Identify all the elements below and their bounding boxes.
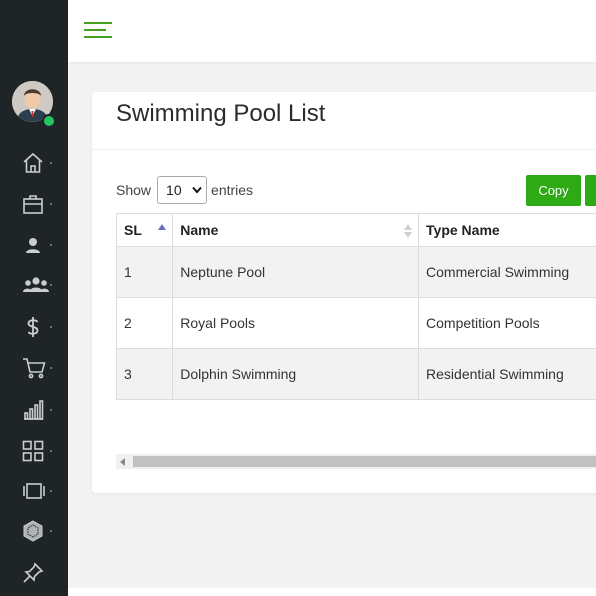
sidebar — [0, 0, 68, 596]
column-header-label: SL — [124, 222, 142, 238]
hamburger-menu-icon[interactable] — [84, 21, 112, 39]
users-icon — [23, 277, 49, 292]
sort-icon — [404, 224, 413, 238]
sidebar-item-modules[interactable] — [0, 514, 68, 548]
horizontal-scrollbar[interactable] — [116, 454, 596, 469]
sort-ascending-icon — [158, 224, 167, 230]
hexagon-icon — [23, 520, 43, 542]
table-row: 3 Dolphin Swimming Residential Swimming — [115, 348, 596, 400]
cart-icon — [23, 358, 46, 379]
nav-indicator — [50, 203, 52, 205]
nav-indicator — [50, 490, 52, 492]
nav-indicator — [50, 367, 52, 369]
nav-indicator — [50, 530, 52, 532]
copy-button[interactable]: Copy — [526, 175, 581, 206]
cell-sl: 1 — [115, 246, 174, 298]
sidebar-item-finance[interactable] — [0, 310, 68, 344]
sidebar-item-pin[interactable] — [0, 556, 68, 590]
column-header-sl[interactable]: SL — [115, 213, 174, 247]
briefcase-icon — [23, 195, 43, 214]
page-title: Swimming Pool List — [116, 100, 326, 127]
page-length-select[interactable]: 10 — [157, 176, 208, 204]
column-header-label: Name — [180, 222, 219, 238]
nav-indicator — [50, 450, 52, 452]
grid-icon — [22, 440, 44, 462]
dollar-icon — [27, 317, 39, 337]
home-icon — [23, 152, 43, 173]
show-label: Show — [116, 182, 152, 198]
column-header-type-name[interactable]: Type Name — [418, 213, 596, 247]
sidebar-item-reports[interactable] — [0, 393, 68, 427]
footer — [68, 588, 596, 596]
slides-icon — [23, 483, 45, 499]
scrollbar-thumb[interactable] — [133, 456, 596, 467]
sidebar-item-user[interactable] — [0, 228, 68, 262]
nav-indicator — [50, 326, 52, 328]
user-icon — [26, 238, 40, 253]
cell-name: Dolphin Swimming — [172, 348, 420, 400]
cell-type-name: Commercial Swimming — [418, 246, 596, 298]
cell-type-name: Competition Pools — [418, 297, 596, 349]
nav-indicator — [50, 409, 52, 411]
table-row: 1 Neptune Pool Commercial Swimming — [115, 246, 596, 298]
sidebar-item-home[interactable] — [0, 146, 68, 180]
pool-table: SL Name Type Name 1 Neptune Pool Commerc… — [115, 213, 596, 400]
top-bar — [68, 0, 596, 62]
cell-type-name: Residential Swimming — [418, 348, 596, 400]
title-divider — [92, 149, 596, 150]
column-header-name[interactable]: Name — [172, 213, 420, 247]
chevron-down-icon — [192, 186, 202, 194]
nav-indicator — [50, 284, 52, 286]
export-button[interactable] — [585, 175, 596, 206]
sidebar-item-briefcase[interactable] — [0, 187, 68, 221]
sidebar-item-slides[interactable] — [0, 474, 68, 508]
sidebar-item-users[interactable] — [0, 268, 68, 302]
bar-chart-icon — [24, 400, 44, 420]
table-header-row: SL Name Type Name — [115, 213, 596, 247]
scroll-left-icon[interactable] — [120, 458, 126, 466]
table-row: 2 Royal Pools Competition Pools — [115, 297, 596, 349]
page-length-value: 10 — [166, 182, 182, 198]
entries-label: entries — [211, 182, 254, 198]
cell-sl: 3 — [115, 348, 174, 400]
cell-name: Neptune Pool — [172, 246, 420, 298]
column-header-label: Type Name — [426, 222, 500, 238]
online-status-dot — [42, 114, 56, 128]
page-length-control: Show 10 entries — [116, 176, 253, 204]
cell-sl: 2 — [115, 297, 174, 349]
pool-list-card: Swimming Pool List Show 10 entries Copy … — [92, 92, 596, 493]
pin-icon — [23, 562, 44, 583]
nav-indicator — [50, 162, 52, 164]
cell-name: Royal Pools — [172, 297, 420, 349]
nav-indicator — [50, 244, 52, 246]
sidebar-item-dashboard[interactable] — [0, 434, 68, 468]
sidebar-item-cart[interactable] — [0, 351, 68, 385]
